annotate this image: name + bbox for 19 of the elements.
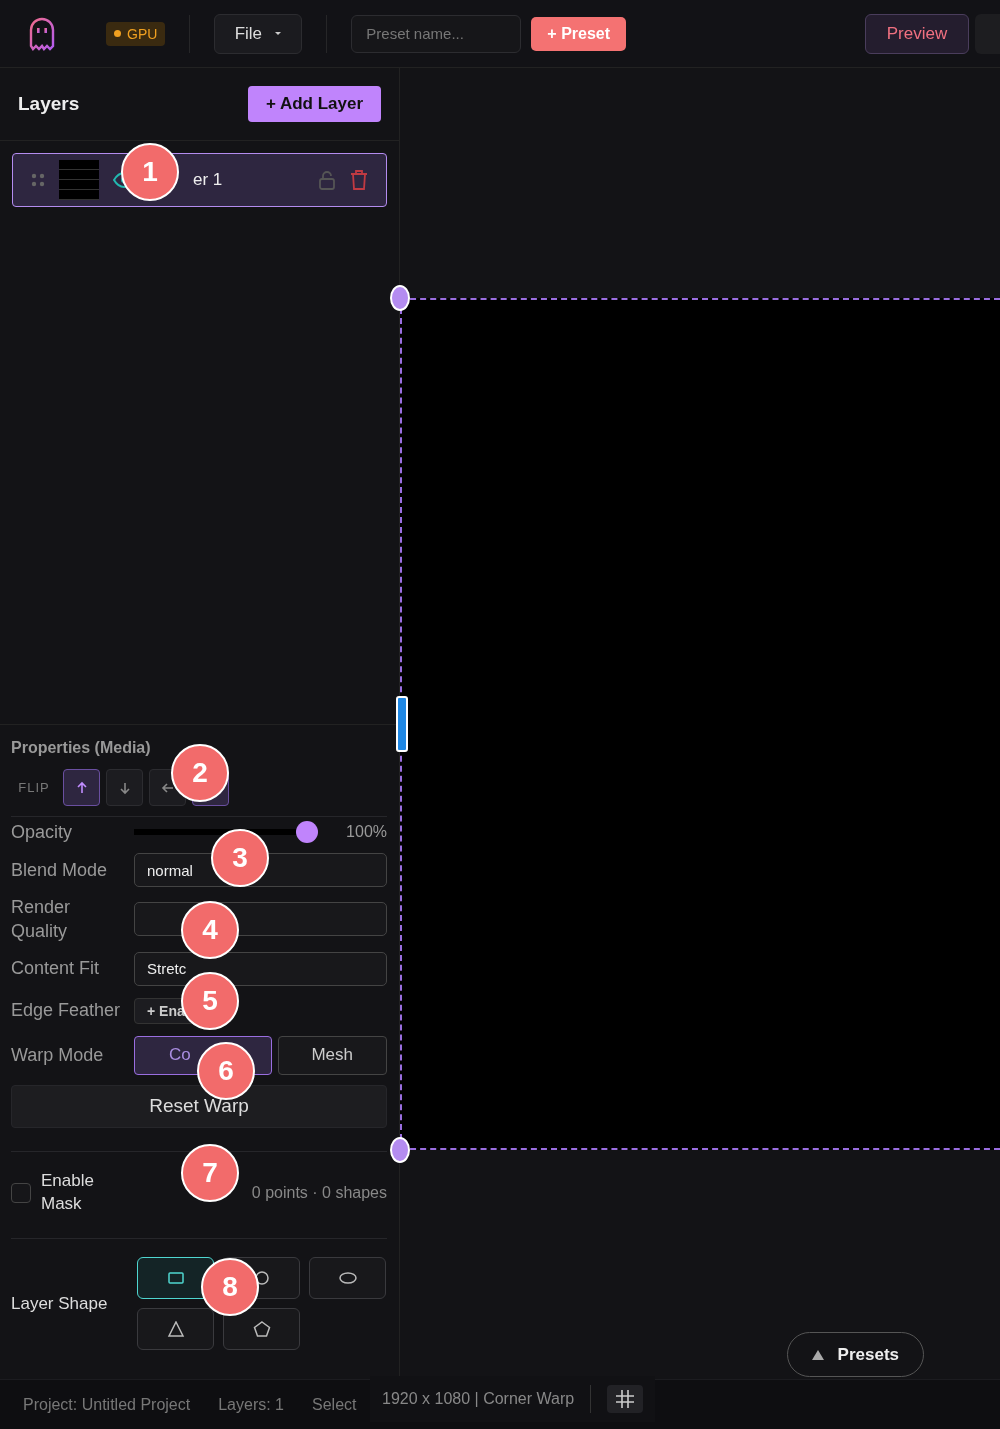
mask-summary: 0 points · 0 shapes <box>251 1183 387 1202</box>
gpu-badge: GPU <box>106 21 166 46</box>
layer-shape-label: Layer Shape <box>11 1293 109 1314</box>
opacity-value: 100% <box>346 823 387 841</box>
layers-count: Layers: 1 <box>218 1395 284 1414</box>
layers-title: Layers <box>18 93 80 115</box>
field-label: Content Fit <box>11 957 101 981</box>
warp-mode-label: Warp Mode <box>11 1043 105 1067</box>
canvas-info: 1920 x 1080 | Corner Warp <box>382 1390 575 1408</box>
project-status: Project: Untitled Project <box>23 1395 191 1414</box>
properties-title: Properties (Media) <box>11 739 152 757</box>
enable-mask-label: Enable Mask <box>41 1169 95 1215</box>
opacity-label: Opacity <box>11 820 74 844</box>
field-label: Render Quality <box>11 896 72 944</box>
layer-name: er 1 <box>193 170 223 190</box>
field-label: Blend Mode <box>11 858 109 882</box>
edge-feather-label: Edge Feather <box>11 999 122 1023</box>
flip-label: FLIP <box>17 780 51 795</box>
selection-status: Select <box>312 1395 357 1414</box>
